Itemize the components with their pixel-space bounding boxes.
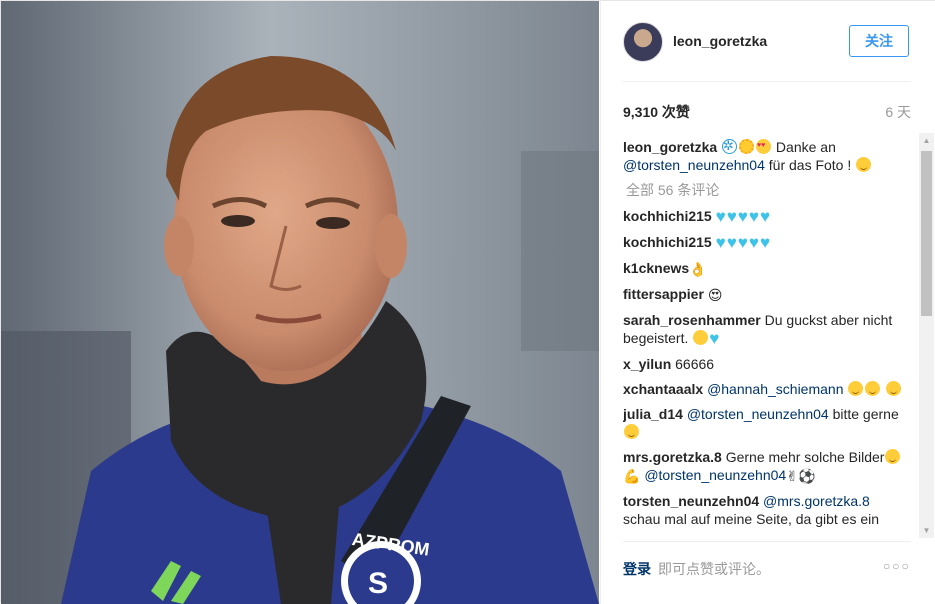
- post-photo[interactable]: S AZPROM: [1, 1, 599, 604]
- list-item: julia_d14 @torsten_neunzehn04 bitte gern…: [623, 405, 911, 441]
- comment-username[interactable]: x_yilun: [623, 356, 671, 372]
- victory-hand-emoji-icon: ✌: [786, 468, 798, 484]
- blue-heart-icon: ♥: [759, 233, 771, 252]
- comment-mention[interactable]: @mrs.goretzka.8: [763, 493, 870, 509]
- scroll-down-arrow-icon[interactable]: ▼: [919, 523, 934, 538]
- list-item: kochhichi215 ♥♥♥♥♥: [623, 207, 911, 226]
- blue-heart-icon: ♥: [748, 207, 759, 226]
- snowflake-emoji-icon: [722, 138, 738, 155]
- list-item: xchantaaalx @hannah_schiemann: [623, 380, 911, 398]
- post-time[interactable]: 6 天: [885, 102, 911, 122]
- list-item: torsten_neunzehn04 @mrs.goretzka.8 schau…: [623, 492, 911, 528]
- list-item: k1cknews👌: [623, 259, 911, 278]
- blue-heart-icon: ♥: [748, 233, 759, 252]
- comment-text: schau mal auf meine Seite, da gibt es ei…: [623, 511, 880, 527]
- blue-hearts-icon: ♥♥♥♥♥: [715, 233, 771, 252]
- blue-heart-icon: ♥: [759, 207, 771, 226]
- blue-heart-icon: ♥: [709, 329, 720, 348]
- list-item: kochhichi215 ♥♥♥♥♥: [623, 233, 911, 252]
- post-header: leon_goretzka 关注: [601, 1, 935, 81]
- list-item: fittersappier 😍: [623, 285, 911, 304]
- ok-hand-emoji-icon: 👌: [689, 261, 707, 277]
- comment-username[interactable]: kochhichi215: [623, 208, 712, 224]
- smirk-emoji-icon: [865, 381, 881, 396]
- list-item: x_yilun 66666: [623, 355, 911, 373]
- blue-heart-icon: ♥: [715, 233, 726, 252]
- author-username[interactable]: leon_goretzka: [673, 33, 767, 49]
- blue-heart-icon: ♥: [737, 207, 748, 226]
- smile-emoji-icon: [885, 449, 901, 464]
- caption-mention[interactable]: @torsten_neunzehn04: [623, 157, 765, 173]
- heart-eyes-emoji-icon: 😍: [707, 287, 723, 303]
- login-prompt: 即可点赞或评论。: [658, 561, 770, 577]
- comments-list: leon_goretzka Danke an @torsten_neunzehn…: [623, 138, 911, 534]
- svg-text:S: S: [368, 567, 388, 600]
- post-footer: 登录 即可点赞或评论。 ○○○: [601, 541, 935, 604]
- caption-text-before: Danke an: [775, 139, 836, 155]
- soccer-ball-emoji-icon: ⚽: [797, 468, 816, 484]
- login-link[interactable]: 登录: [623, 559, 651, 579]
- smile-emoji-icon: [624, 424, 639, 439]
- comment-username[interactable]: mrs.goretzka.8: [623, 449, 722, 465]
- likes-count[interactable]: 9,310 次赞: [623, 102, 690, 122]
- comment-text: Gerne mehr solche Bilder: [725, 449, 885, 465]
- list-item: mrs.goretzka.8 Gerne mehr solche Bilder 💪…: [623, 448, 911, 485]
- comment-username[interactable]: torsten_neunzehn04: [623, 493, 759, 509]
- smirk-emoji-icon: [886, 381, 902, 396]
- avatar[interactable]: [623, 22, 663, 62]
- portrait-image: S AZPROM: [1, 1, 599, 604]
- flexed-biceps-emoji-icon: 💪: [623, 468, 641, 484]
- blue-heart-icon: ♥: [726, 207, 737, 226]
- comment-username[interactable]: julia_d14: [623, 406, 683, 422]
- comment-text: 66666: [675, 356, 715, 372]
- blue-heart-icon: ♥: [715, 207, 726, 226]
- follow-button[interactable]: 关注: [849, 25, 909, 57]
- sun-emoji-icon: [739, 139, 755, 154]
- comments-scrollbar[interactable]: ▲ ▼: [919, 133, 934, 538]
- post-side-panel: leon_goretzka 关注 9,310 次赞 6 天 leon_goret…: [600, 1, 935, 604]
- blue-heart-icon: ♥: [737, 233, 748, 252]
- smirk-emoji-icon: [848, 381, 864, 396]
- view-all-comments-link[interactable]: 全部 56 条评论: [626, 181, 911, 199]
- comment-username[interactable]: fittersappier: [623, 286, 704, 302]
- list-item: sarah_rosenhammer Du guckst aber nicht b…: [623, 311, 911, 348]
- scroll-up-arrow-icon[interactable]: ▲: [919, 133, 934, 148]
- heart-eyes-emoji-icon: [756, 138, 772, 155]
- scroll-thumb[interactable]: [921, 151, 932, 316]
- comment-mention[interactable]: @torsten_neunzehn04: [644, 467, 786, 483]
- comment-username[interactable]: kochhichi215: [623, 234, 712, 250]
- caption-username[interactable]: leon_goretzka: [623, 139, 717, 155]
- comment-username[interactable]: xchantaaalx: [623, 381, 703, 397]
- comment-mention[interactable]: @torsten_neunzehn04: [687, 406, 829, 422]
- blue-hearts-icon: ♥♥♥♥♥: [715, 207, 771, 226]
- caption: leon_goretzka Danke an @torsten_neunzehn…: [623, 138, 911, 174]
- laughing-emoji-icon: [693, 330, 709, 345]
- comment-username[interactable]: sarah_rosenhammer: [623, 312, 761, 328]
- caption-text-after: für das Foto !: [768, 157, 852, 173]
- header-divider: [623, 81, 911, 82]
- blue-heart-icon: ♥: [726, 233, 737, 252]
- wink-emoji-icon: [856, 157, 872, 172]
- more-options-icon[interactable]: ○○○: [883, 559, 911, 573]
- comment-mention[interactable]: @hannah_schiemann: [707, 381, 843, 397]
- post-window: S AZPROM leon_goretzka 关注 9,310 次赞 6 天 l…: [0, 0, 935, 604]
- comment-text: bitte gerne: [832, 406, 899, 422]
- comment-username[interactable]: k1cknews: [623, 260, 689, 276]
